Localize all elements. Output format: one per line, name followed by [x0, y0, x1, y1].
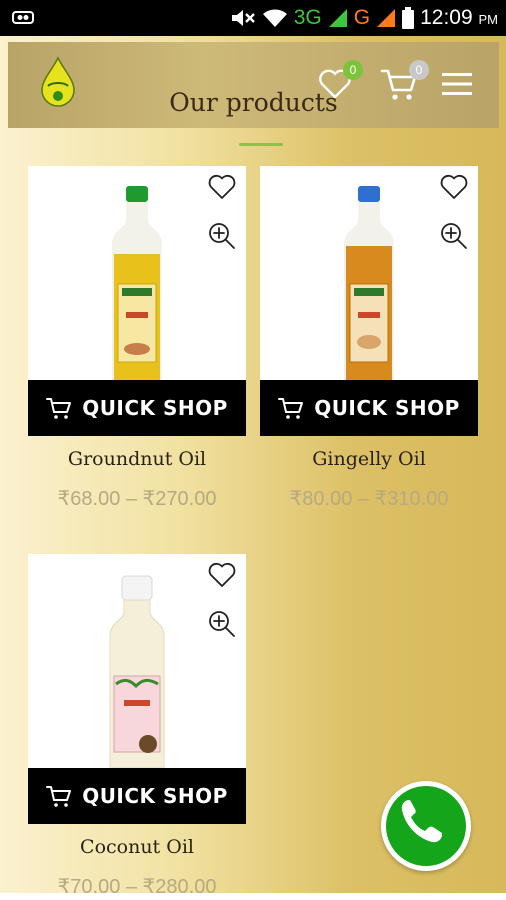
network-3g-label: 3G — [293, 6, 322, 29]
coconut-oil-bottle-image — [109, 575, 165, 768]
product-image[interactable]: QUICK SHOP — [28, 554, 246, 824]
zoom-in-icon[interactable] — [208, 222, 236, 250]
groundnut-oil-bottle-image — [112, 186, 162, 380]
product-name[interactable]: Groundnut Oil — [28, 448, 246, 470]
signal-icon-2 — [377, 9, 396, 27]
signal-icon — [328, 9, 347, 27]
site-header: Our products 0 0 — [8, 42, 499, 146]
cart-icon — [46, 398, 72, 419]
quick-shop-label: QUICK SHOP — [82, 396, 228, 420]
bottom-edge — [0, 893, 506, 900]
add-to-wishlist-heart-icon[interactable] — [440, 174, 468, 200]
call-button[interactable] — [381, 781, 471, 871]
wishlist-count-badge: 0 — [343, 60, 363, 80]
zoom-in-icon[interactable] — [440, 222, 468, 250]
cart-icon — [46, 786, 72, 807]
title-underline — [239, 143, 283, 146]
zoom-in-icon[interactable] — [208, 610, 236, 638]
add-to-wishlist-heart-icon[interactable] — [208, 174, 236, 200]
quick-shop-label: QUICK SHOP — [314, 396, 460, 420]
cart-count-badge: 0 — [409, 60, 429, 80]
notification-icon — [12, 11, 34, 24]
cart-icon — [278, 398, 304, 419]
quick-shop-button[interactable]: QUICK SHOP — [28, 768, 246, 824]
quick-shop-button[interactable]: QUICK SHOP — [28, 380, 246, 436]
page: Our products 0 0 QUICK SHOP Groundnut Oi… — [0, 36, 506, 900]
product-name[interactable]: Coconut Oil — [28, 836, 246, 858]
mute-icon — [231, 10, 255, 26]
wifi-icon — [262, 9, 287, 27]
quick-shop-button[interactable]: QUICK SHOP — [260, 380, 478, 436]
product-price: ₹80.00 – ₹310.00 — [289, 488, 449, 510]
product-image[interactable]: QUICK SHOP — [28, 166, 246, 436]
phone-icon — [401, 800, 442, 843]
product-name[interactable]: Gingelly Oil — [260, 448, 478, 470]
status-bar: 3G G 12:09 PM — [0, 0, 506, 36]
gingelly-oil-bottle-image — [344, 186, 394, 380]
add-to-wishlist-heart-icon[interactable] — [208, 562, 236, 588]
page-title: Our products — [169, 88, 338, 117]
battery-icon — [402, 7, 415, 29]
network-g-label: G — [353, 6, 371, 29]
clock: 12:09 PM — [420, 6, 498, 29]
product-image[interactable]: QUICK SHOP — [260, 166, 478, 436]
quick-shop-label: QUICK SHOP — [82, 784, 228, 808]
product-price: ₹68.00 – ₹270.00 — [57, 488, 217, 510]
hamburger-menu-icon[interactable] — [442, 72, 472, 96]
